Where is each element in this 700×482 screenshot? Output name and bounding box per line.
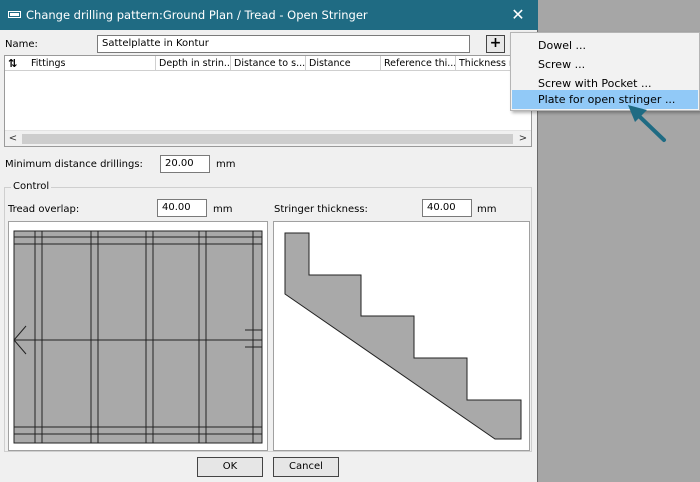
- min-distance-input[interactable]: 20.00: [160, 155, 210, 173]
- horizontal-scrollbar[interactable]: < >: [5, 130, 531, 146]
- name-label: Name:: [5, 39, 38, 50]
- add-fitting-menu: Dowel ... Screw ... Screw with Pocket ..…: [510, 32, 700, 111]
- add-fitting-button[interactable]: +: [486, 35, 505, 53]
- tread-overlap-unit: mm: [213, 204, 233, 215]
- tread-plan-drawing: [13, 230, 263, 444]
- sort-icon[interactable]: ⇅: [8, 57, 17, 70]
- name-input[interactable]: Sattelplatte in Kontur: [97, 35, 470, 53]
- fittings-table: ⇅ Fittings Depth in strin... Distance to…: [4, 55, 532, 147]
- column-label: Fittings: [31, 58, 66, 69]
- column-header-depth[interactable]: Depth in strin...: [156, 56, 231, 71]
- stringer-thickness-unit: mm: [477, 204, 497, 215]
- min-distance-label: Minimum distance drillings:: [5, 159, 143, 170]
- app-icon: [8, 11, 21, 18]
- menu-item-screw[interactable]: Screw ...: [512, 55, 698, 74]
- tread-overlap-input[interactable]: 40.00: [157, 199, 207, 217]
- scroll-left-icon[interactable]: <: [5, 131, 21, 147]
- column-header-distance[interactable]: Distance: [306, 56, 381, 71]
- title-bar: Change drilling pattern:Ground Plan / Tr…: [0, 0, 538, 30]
- column-header-distance-to[interactable]: Distance to s...: [231, 56, 306, 71]
- table-header: ⇅ Fittings Depth in strin... Distance to…: [5, 56, 531, 71]
- stringer-thickness-label: Stringer thickness:: [274, 204, 368, 215]
- scrollbar-thumb[interactable]: [22, 134, 513, 144]
- stringer-profile-drawing: [284, 232, 522, 440]
- ok-button[interactable]: OK: [197, 457, 263, 477]
- column-header-fittings[interactable]: ⇅ Fittings: [5, 56, 156, 71]
- menu-item-plate-for-open-stringer[interactable]: Plate for open stringer ...: [512, 90, 698, 109]
- tread-preview: [8, 221, 268, 451]
- window-title: Change drilling pattern:Ground Plan / Tr…: [26, 8, 368, 22]
- column-header-reference-thickness[interactable]: Reference thi...: [381, 56, 456, 71]
- drilling-pattern-dialog: Change drilling pattern:Ground Plan / Tr…: [0, 0, 538, 482]
- stringer-thickness-input[interactable]: 40.00: [422, 199, 472, 217]
- close-icon[interactable]: ✕: [498, 0, 538, 30]
- tread-overlap-label: Tread overlap:: [8, 204, 80, 215]
- stringer-preview: [273, 221, 530, 451]
- control-group-title: Control: [11, 181, 52, 192]
- min-distance-unit: mm: [216, 159, 236, 170]
- menu-item-dowel[interactable]: Dowel ...: [512, 36, 698, 55]
- cancel-button[interactable]: Cancel: [273, 457, 339, 477]
- scroll-right-icon[interactable]: >: [515, 131, 531, 147]
